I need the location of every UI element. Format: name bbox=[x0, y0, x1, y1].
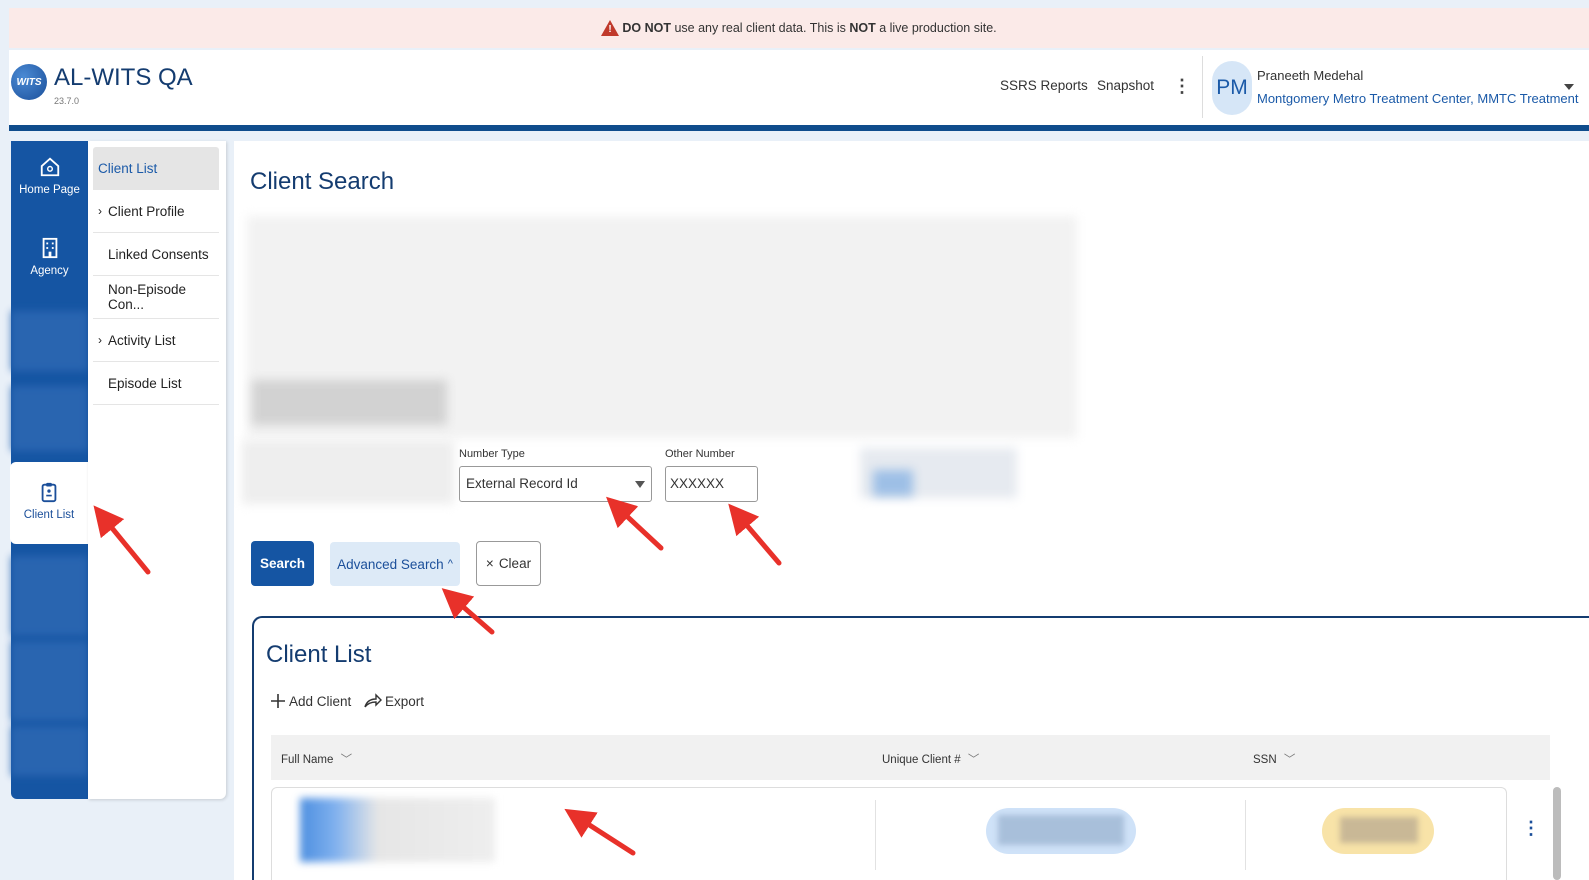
table-row[interactable] bbox=[271, 787, 1507, 880]
clipboard-icon bbox=[41, 482, 57, 503]
advanced-search-label: Advanced Search bbox=[337, 556, 444, 572]
rail-item-redacted[interactable] bbox=[11, 641, 88, 721]
redacted-unique-client-number bbox=[986, 808, 1136, 854]
user-avatar[interactable]: PM bbox=[1212, 61, 1252, 115]
export-button[interactable]: Export bbox=[364, 693, 424, 709]
number-type-label: Number Type bbox=[459, 448, 525, 460]
submenu-item-client-profile[interactable]: › Client Profile bbox=[93, 190, 219, 233]
user-name: Praneeth Medehal bbox=[1257, 68, 1364, 83]
rail-item-redacted[interactable] bbox=[11, 386, 88, 451]
submenu-item-linked-consents[interactable]: Linked Consents bbox=[93, 233, 219, 276]
sort-chevron-down-icon: ﹀ bbox=[967, 754, 980, 766]
chevron-right-icon: › bbox=[98, 333, 102, 347]
submenu-label: Client List bbox=[98, 160, 158, 176]
submenu-item-non-episode-consents[interactable]: Non-Episode Con... bbox=[93, 276, 219, 319]
column-divider bbox=[1245, 800, 1246, 870]
row-actions-icon[interactable]: ⋮ bbox=[1522, 818, 1540, 839]
test-site-warning-banner: ! DO NOT use any real client data. This … bbox=[9, 8, 1589, 48]
column-label: Full Name bbox=[281, 754, 334, 766]
rail-item-redacted[interactable] bbox=[11, 556, 88, 636]
user-menu-chevron-down-icon[interactable] bbox=[1564, 84, 1574, 90]
number-type-select[interactable]: External Record Id bbox=[459, 466, 652, 502]
submenu-label: Linked Consents bbox=[108, 246, 209, 262]
submenu-item-activity-list[interactable]: › Activity List bbox=[93, 319, 219, 362]
column-header-unique-client[interactable]: Unique Client # ﹀ bbox=[882, 751, 979, 767]
wits-logo[interactable]: WITS bbox=[11, 64, 47, 100]
advanced-search-button[interactable]: Advanced Search ^ bbox=[330, 542, 460, 586]
warning-strong-1: DO NOT bbox=[622, 21, 671, 35]
app-title: AL-WITS QA bbox=[54, 64, 193, 91]
redacted-full-name[interactable] bbox=[300, 798, 495, 862]
rail-item-redacted[interactable] bbox=[11, 311, 88, 371]
other-number-input[interactable]: XXXXXX bbox=[665, 466, 758, 502]
submenu-item-client-list[interactable]: Client List bbox=[93, 147, 219, 190]
warning-text-1: use any real client data. This is bbox=[670, 21, 850, 35]
share-icon bbox=[364, 693, 382, 708]
chevron-up-icon: ^ bbox=[447, 558, 453, 570]
rail-label-home: Home Page bbox=[19, 184, 80, 196]
sort-chevron-down-icon: ﹀ bbox=[340, 754, 353, 766]
rail-label-agency: Agency bbox=[30, 265, 69, 277]
rail-item-agency[interactable]: Agency bbox=[11, 236, 88, 277]
client-submenu: Client List › Client Profile Linked Cons… bbox=[88, 141, 226, 799]
header-accent-bar bbox=[9, 125, 1589, 131]
warning-strong-2: NOT bbox=[849, 21, 876, 35]
export-label: Export bbox=[385, 693, 425, 709]
submenu-label: Activity List bbox=[108, 332, 176, 348]
column-header-full-name[interactable]: Full Name ﹀ bbox=[281, 751, 352, 767]
column-divider bbox=[875, 800, 876, 870]
rail-label-client-list: Client List bbox=[23, 509, 75, 521]
warning-text-2: a live production site. bbox=[875, 21, 997, 35]
clear-label: Clear bbox=[498, 556, 532, 571]
redacted-field[interactable] bbox=[252, 380, 447, 425]
close-icon: × bbox=[485, 556, 494, 571]
home-icon bbox=[40, 157, 59, 177]
column-header-ssn[interactable]: SSN ﹀ bbox=[1253, 751, 1295, 767]
user-organization[interactable]: Montgomery Metro Treatment Center, MMTC … bbox=[1257, 91, 1579, 106]
submenu-item-episode-list[interactable]: Episode List bbox=[93, 362, 219, 405]
other-number-label: Other Number bbox=[665, 448, 735, 460]
chevron-right-icon: › bbox=[98, 204, 102, 218]
rail-item-redacted[interactable] bbox=[11, 726, 88, 776]
client-list-title: Client List bbox=[266, 641, 372, 668]
app-version: 23.7.0 bbox=[54, 96, 80, 106]
snapshot-link[interactable]: Snapshot bbox=[1097, 78, 1154, 93]
redacted-field[interactable] bbox=[242, 440, 454, 504]
more-options-icon[interactable]: ⋮ bbox=[1173, 76, 1191, 97]
clear-button[interactable]: × Clear bbox=[476, 541, 541, 586]
warning-icon: ! bbox=[601, 20, 620, 36]
redacted-ssn bbox=[1322, 808, 1434, 854]
sort-chevron-down-icon: ﹀ bbox=[1283, 754, 1296, 766]
table-scrollbar[interactable] bbox=[1553, 787, 1561, 880]
rail-item-client-list[interactable]: Client List bbox=[10, 462, 88, 544]
rail-item-home[interactable]: Home Page bbox=[11, 155, 88, 196]
client-table-header: Full Name ﹀ Unique Client # ﹀ SSN ﹀ bbox=[271, 735, 1550, 780]
building-icon bbox=[42, 237, 57, 259]
search-button[interactable]: Search bbox=[251, 541, 314, 586]
page-title: Client Search bbox=[250, 168, 395, 195]
submenu-label: Episode List bbox=[108, 375, 182, 391]
column-label: Unique Client # bbox=[882, 754, 961, 766]
caret-down-icon bbox=[635, 481, 645, 488]
header-divider bbox=[1202, 56, 1203, 118]
number-type-value: External Record Id bbox=[466, 476, 578, 491]
add-client-label: Add Client bbox=[289, 693, 352, 709]
add-client-button[interactable]: Add Client bbox=[270, 693, 351, 709]
redacted-field bbox=[873, 470, 913, 496]
ssrs-reports-link[interactable]: SSRS Reports bbox=[1000, 78, 1088, 93]
column-label: SSN bbox=[1253, 754, 1277, 766]
app-header: WITS AL-WITS QA 23.7.0 SSRS Reports Snap… bbox=[9, 50, 1589, 125]
plus-icon bbox=[271, 694, 285, 708]
submenu-label: Non-Episode Con... bbox=[108, 282, 187, 312]
submenu-label: Client Profile bbox=[108, 203, 185, 219]
